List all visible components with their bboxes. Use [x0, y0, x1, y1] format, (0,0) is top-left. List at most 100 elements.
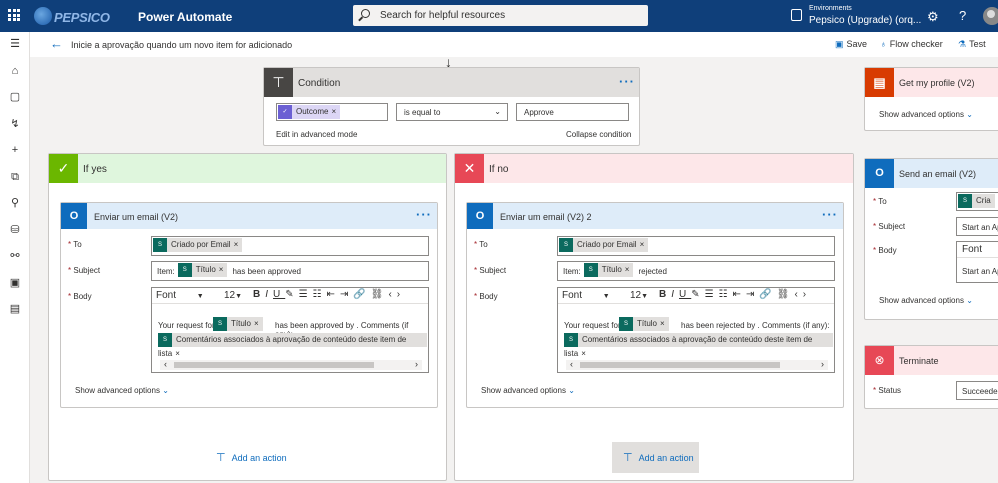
send-an-email-header[interactable]: O Send an email (V2) [865, 159, 998, 188]
if-no-branch: ✕ If no O Enviar um email (V2) 2 ··· * T… [454, 153, 854, 481]
show-advanced-options[interactable]: Show advanced options ⌄ [75, 386, 169, 395]
if-no-header[interactable]: ✕ If no [455, 154, 853, 183]
font-select[interactable]: Font ▼ [562, 290, 610, 301]
if-yes-branch: ✓ If yes O Enviar um email (V2) ··· * To… [48, 153, 447, 481]
connectors-icon[interactable]: ⚲ [9, 197, 21, 209]
to-field[interactable]: S Criado por Email × [557, 236, 835, 256]
formatting-toolbar[interactable]: BIU✎☰☷⇤⇥🔗⛓‹› [659, 289, 811, 300]
show-advanced-options[interactable]: Show advanced options ⌄ [481, 386, 575, 395]
home-icon[interactable]: ⌂ [9, 65, 21, 77]
titulo-token[interactable]: S Título × [583, 263, 634, 277]
outcome-token[interactable]: ✓ Outcome × [278, 105, 341, 119]
subject-field[interactable]: Start an Ap [956, 217, 998, 236]
condition-right-operand[interactable]: Approve [516, 103, 629, 121]
collapse-condition-link[interactable]: Collapse condition [566, 130, 631, 139]
terminate-header[interactable]: ⊗ Terminate [865, 346, 998, 375]
subject-field[interactable]: Item: S Título × rejected [557, 261, 835, 281]
to-label: * To [873, 197, 887, 206]
criado-por-email-token[interactable]: S Criado por Email × [153, 238, 243, 252]
edit-advanced-mode-link[interactable]: Edit in advanced mode [276, 130, 357, 139]
titulo-token[interactable]: S Título × [619, 317, 669, 331]
send-email-no-header[interactable]: O Enviar um email (V2) 2 ··· [467, 203, 843, 229]
save-button[interactable]: ▣ Save [835, 39, 867, 50]
sharepoint-icon: S [177, 263, 192, 277]
body-text: Start an Ap [962, 267, 998, 276]
condition-header[interactable]: ⊤ Condition ··· [264, 68, 639, 97]
add-an-action-button[interactable]: ⊤ Add an action [612, 442, 699, 473]
templates-icon[interactable]: ⧉ [9, 171, 21, 183]
ai-builder-icon[interactable]: ▣ [9, 277, 21, 289]
more-options-icon[interactable]: ··· [822, 207, 838, 222]
back-arrow-icon[interactable]: ← [50, 36, 63, 51]
hamburger-menu-icon[interactable]: ☰ [9, 38, 21, 50]
app-launcher-icon[interactable] [8, 9, 20, 21]
action-items-icon[interactable]: ▢ [9, 91, 21, 103]
outlook-icon: O [61, 203, 87, 229]
condition-operator-select[interactable]: is equal to ⌄ [396, 103, 508, 121]
get-my-profile-header[interactable]: ▤ Get my profile (V2) [865, 68, 998, 97]
titulo-token[interactable]: S Título × [213, 317, 263, 331]
to-label: * To [68, 240, 82, 249]
subject-field[interactable]: Item: S Título × has been approved [151, 261, 429, 281]
font-size-select[interactable]: 12▼ [630, 290, 648, 301]
sharepoint-icon: S [559, 238, 573, 252]
body-editor[interactable]: Font ▼ 12▼ BIU✎☰☷⇤⇥🔗⛓‹› Your request for… [151, 287, 429, 373]
search-icon [361, 9, 370, 18]
condition-left-operand[interactable]: ✓ Outcome × [276, 103, 388, 121]
body-text-prefix: Your request for [158, 321, 215, 330]
save-label: Save [846, 39, 868, 49]
font-size-select[interactable]: 12▼ [224, 290, 242, 301]
app-name[interactable]: Power Automate [138, 10, 232, 24]
font-select[interactable]: Font [962, 244, 982, 255]
sharepoint-icon: S [564, 333, 578, 347]
data-icon[interactable]: ⛁ [9, 224, 21, 236]
titulo-token[interactable]: S Título × [177, 263, 228, 277]
environment-name[interactable]: Pepsico (Upgrade) (orq... [809, 15, 921, 26]
comentarios-token[interactable]: S Comentários associados à aprovação de c… [158, 333, 427, 358]
criado-por-email-token: S Cria [958, 194, 995, 208]
body-text-suffix: has been rejected by . Comments (if any)… [681, 321, 830, 330]
send-an-email-title: Send an email (V2) [899, 169, 977, 179]
add-action-icon: ⊤ [216, 452, 226, 464]
my-flows-icon[interactable]: ↯ [9, 118, 21, 130]
to-field[interactable]: S Cria [956, 192, 998, 211]
status-select[interactable]: Succeeded [956, 381, 998, 400]
help-icon[interactable]: ? [959, 8, 966, 23]
body-editor[interactable]: Font ▼ 12▼ BIU✎☰☷⇤⇥🔗⛓‹› Your request for… [557, 287, 835, 373]
formatting-toolbar[interactable]: BIU✎☰☷⇤⇥🔗⛓‹› [253, 289, 405, 300]
test-button[interactable]: ⚗ Test [958, 39, 986, 50]
settings-gear-icon[interactable]: ⚙ [927, 9, 939, 25]
more-options-icon[interactable]: ··· [416, 207, 432, 222]
comentarios-token[interactable]: S Comentários associados à aprovação de c… [564, 333, 833, 358]
subject-label: * Subject [68, 266, 101, 275]
learn-book-icon[interactable]: ▤ [9, 303, 21, 315]
criado-por-email-token[interactable]: S Criado por Email × [559, 238, 649, 252]
add-an-action-button[interactable]: ⊤ Add an action [216, 451, 287, 464]
condition-title: Condition [298, 78, 341, 89]
user-avatar[interactable] [983, 7, 998, 25]
search-box[interactable]: Search for helpful resources [353, 5, 648, 26]
get-my-profile-title: Get my profile (V2) [899, 78, 975, 88]
if-no-title: If no [489, 164, 509, 175]
approvals-icon: ✓ [278, 105, 292, 119]
subject-label: * Subject [474, 266, 507, 275]
monitor-icon[interactable]: ⚯ [9, 250, 21, 262]
horizontal-scrollbar[interactable]: ‹ › [566, 359, 828, 370]
send-email-yes-header[interactable]: O Enviar um email (V2) ··· [61, 203, 437, 229]
body-editor[interactable]: Font Start an Ap [956, 241, 998, 283]
horizontal-scrollbar[interactable]: ‹ › [160, 359, 422, 370]
send-email-yes-title: Enviar um email (V2) [94, 212, 179, 222]
sharepoint-icon: S [958, 194, 972, 208]
status-label: * Status [873, 386, 902, 395]
show-advanced-options[interactable]: Show advanced options ⌄ [879, 110, 973, 119]
if-yes-header[interactable]: ✓ If yes [49, 154, 446, 183]
sharepoint-icon: S [619, 317, 633, 331]
to-field[interactable]: S Criado por Email × [151, 236, 429, 256]
show-advanced-options[interactable]: Show advanced options ⌄ [879, 296, 973, 305]
send-email-no-card: O Enviar um email (V2) 2 ··· * To S Criad… [466, 202, 844, 408]
more-options-icon[interactable]: ··· [619, 74, 635, 89]
flow-checker-button[interactable]: ♁ Flow checker [880, 39, 943, 49]
flow-title: Inicie a aprovação quando um novo item f… [71, 40, 293, 50]
create-plus-icon[interactable]: + [9, 144, 21, 156]
font-select[interactable]: Font ▼ [156, 290, 204, 301]
